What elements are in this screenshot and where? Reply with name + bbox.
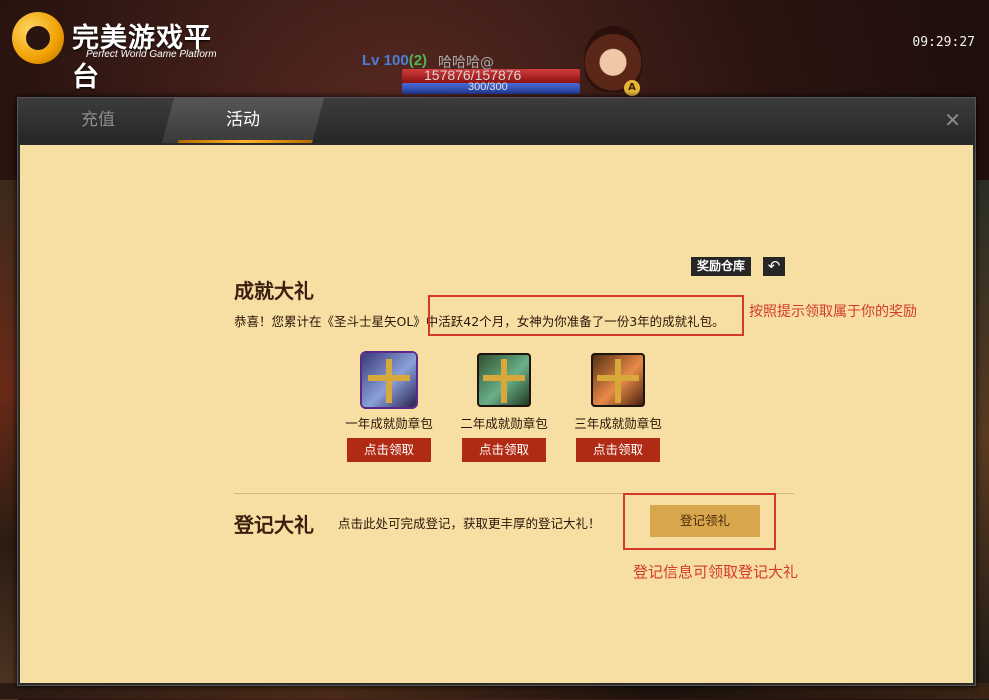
tab-activity-label: 活动 xyxy=(226,110,260,130)
player-level: Lv 100(2) xyxy=(362,52,427,69)
gift-name: 三年成就勋章包 xyxy=(574,416,662,431)
reward-warehouse-button[interactable]: 奖励仓库 xyxy=(691,257,752,276)
gift-item-year-3: 三年成就勋章包 点击领取 xyxy=(563,353,673,462)
claim-button-year-1[interactable]: 点击领取 xyxy=(347,438,431,462)
highlight-box xyxy=(428,295,744,336)
platform-logo: 完美游戏平台 Perfect World Game Platform xyxy=(12,8,232,93)
platform-logo-icon xyxy=(12,12,64,64)
activity-panel: 奖励仓库 ↶ 成就大礼 恭喜！您累计在《圣斗士星矢OL》中活跃42个月，女神为你… xyxy=(20,145,973,683)
tab-activity[interactable]: 活动 xyxy=(161,98,325,143)
player-level-value: Lv 100 xyxy=(362,52,409,69)
gift-item-year-2: 二年成就勋章包 点击领取 xyxy=(449,353,559,462)
registration-title: 登记大礼 xyxy=(234,513,314,537)
activity-dialog: 充值 活动 ✕ 奖励仓库 ↶ 成就大礼 恭喜！您累计在《圣斗士星矢OL》中活跃4… xyxy=(17,97,976,686)
gift-item-year-1: 一年成就勋章包 点击领取 xyxy=(334,353,444,462)
registration-annotation: 登记信息可领取登记大礼 xyxy=(633,563,799,581)
platform-subtitle: Perfect World Game Platform xyxy=(86,49,217,60)
achievement-title: 成就大礼 xyxy=(234,279,314,303)
claim-button-year-3[interactable]: 点击领取 xyxy=(576,438,660,462)
gift-box-green-icon xyxy=(477,353,531,407)
claim-button-year-2[interactable]: 点击领取 xyxy=(462,438,546,462)
back-icon[interactable]: ↶ xyxy=(763,257,785,276)
gift-box-blue-icon xyxy=(362,353,416,407)
avatar-badge-icon: A xyxy=(624,80,640,96)
gift-box-orange-icon xyxy=(591,353,645,407)
gift-name: 二年成就勋章包 xyxy=(460,416,548,431)
mp-value: 300/300 xyxy=(468,81,508,93)
player-status: Lv 100(2) 哈哈哈@ 157876/157876 300/300 A xyxy=(362,26,652,96)
registration-description[interactable]: 点击此处可完成登记，获取更丰厚的登记大礼！ xyxy=(338,513,601,532)
register-gift-button[interactable]: 登记领礼 xyxy=(650,505,760,537)
achievement-annotation: 按照提示领取属于你的奖励 xyxy=(749,304,917,320)
close-icon[interactable]: ✕ xyxy=(944,108,961,132)
tab-bar: 充值 活动 ✕ xyxy=(18,98,975,143)
clock: 09:29:27 xyxy=(912,35,975,50)
gift-name: 一年成就勋章包 xyxy=(345,416,433,431)
game-background-left xyxy=(0,180,18,700)
tab-recharge[interactable]: 充值 xyxy=(18,98,178,143)
